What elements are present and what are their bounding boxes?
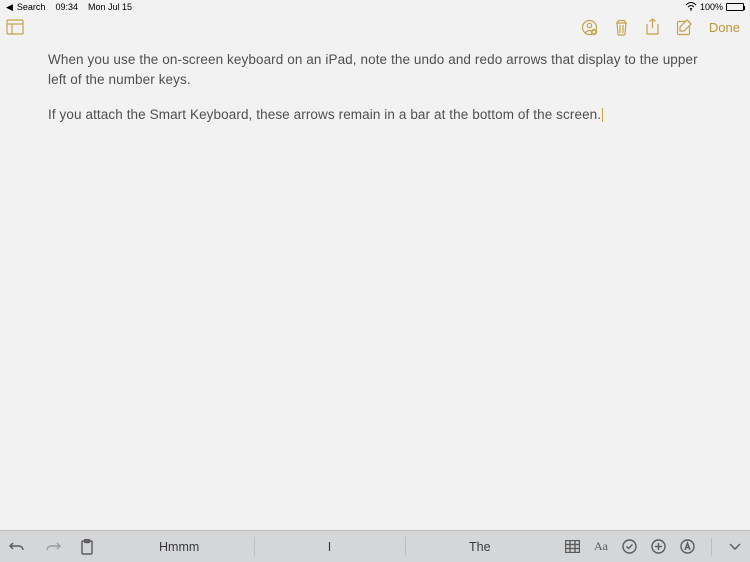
note-paragraph: When you use the on-screen keyboard on a… xyxy=(48,50,702,89)
back-app-label[interactable]: Search xyxy=(17,2,46,12)
note-body[interactable]: When you use the on-screen keyboard on a… xyxy=(0,40,750,530)
ios-status-bar: ◀ Search 09:34 Mon Jul 15 100% xyxy=(0,0,750,14)
clipboard-icon[interactable] xyxy=(80,539,94,555)
table-icon[interactable] xyxy=(565,540,580,553)
collaborate-icon[interactable] xyxy=(581,19,598,36)
done-button[interactable]: Done xyxy=(709,20,740,35)
prediction-bar: Hmmm I The xyxy=(104,531,555,562)
prediction-item[interactable]: The xyxy=(405,531,555,562)
dismiss-keyboard-icon[interactable] xyxy=(728,542,742,552)
text-cursor xyxy=(602,108,603,122)
trash-icon[interactable] xyxy=(614,19,629,36)
prediction-item[interactable]: I xyxy=(254,531,404,562)
back-arrow-icon[interactable]: ◀ xyxy=(6,2,13,13)
keyboard-accessory-bar: Hmmm I The Aa xyxy=(0,530,750,562)
markup-icon[interactable] xyxy=(680,539,695,554)
redo-icon[interactable] xyxy=(44,540,62,554)
note-paragraph: If you attach the Smart Keyboard, these … xyxy=(48,105,702,125)
divider xyxy=(711,538,712,556)
prediction-item[interactable]: Hmmm xyxy=(104,531,254,562)
notes-toolbar: Done xyxy=(0,14,750,40)
battery-icon xyxy=(726,3,744,11)
checklist-icon[interactable] xyxy=(622,539,637,554)
add-attachment-icon[interactable] xyxy=(651,539,666,554)
status-date: Mon Jul 15 xyxy=(88,2,132,12)
status-time: 09:34 xyxy=(55,2,78,12)
share-icon[interactable] xyxy=(645,18,660,36)
undo-icon[interactable] xyxy=(8,540,26,554)
wifi-icon xyxy=(685,2,697,13)
text-format-icon[interactable]: Aa xyxy=(594,539,608,554)
battery-pct: 100% xyxy=(700,2,723,12)
new-note-icon[interactable] xyxy=(676,19,693,36)
notes-list-icon[interactable] xyxy=(6,19,24,35)
